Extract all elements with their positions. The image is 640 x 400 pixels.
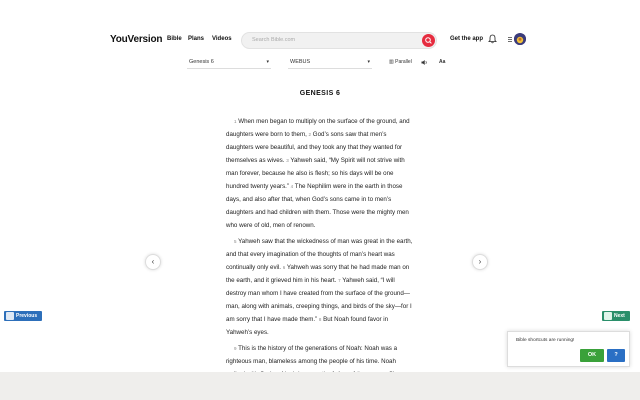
version-value: WEBUS [290, 59, 311, 65]
toast-message: Bible shortcuts are running! [516, 338, 575, 343]
verse-number[interactable]: 7 [338, 278, 341, 283]
chapter-title: GENESIS 6 [299, 90, 341, 97]
ok-button[interactable]: OK [580, 349, 604, 362]
next-chapter-arrow[interactable]: › [472, 254, 488, 270]
parallel-label: Parallel [395, 59, 412, 65]
paragraph: 9 This is the history of the generations… [226, 342, 414, 372]
parallel-button[interactable]: ▥ Parallel [389, 59, 412, 65]
extension-icon [6, 312, 14, 320]
verse-number[interactable]: 4 [291, 184, 294, 189]
verse-number[interactable]: 9 [234, 346, 237, 351]
menu-icon[interactable] [508, 37, 512, 42]
verse-number[interactable]: 8 [319, 317, 322, 322]
verse-number[interactable]: 3 [286, 158, 289, 163]
search-input[interactable] [252, 37, 412, 43]
verse-number[interactable]: 6 [283, 265, 286, 270]
extension-icon [604, 312, 612, 320]
nav-bible[interactable]: Bible [167, 36, 182, 42]
chevron-right-icon: › [478, 257, 482, 266]
user-avatar[interactable] [514, 33, 526, 45]
shortcuts-toast: Bible shortcuts are running! OK ? [507, 331, 630, 367]
chapter-text: 1 When men began to multiply on the surf… [226, 115, 414, 372]
nav-videos[interactable]: Videos [212, 36, 232, 42]
paragraph: 1 When men began to multiply on the surf… [226, 115, 414, 232]
bottom-strip [0, 372, 640, 400]
verse-number[interactable]: 2 [309, 132, 312, 137]
search-button[interactable] [422, 34, 435, 47]
search-icon [425, 37, 432, 44]
book-chapter-value: Genesis 6 [189, 59, 214, 65]
bible-page: YouVersion Bible Plans Videos Get the ap… [0, 0, 640, 372]
search-box [241, 32, 437, 49]
verse-text[interactable]: This is the history of the generations o… [226, 345, 397, 372]
audio-button[interactable] [421, 59, 428, 68]
get-app-link[interactable]: Get the app [450, 36, 483, 42]
paragraph: 5 Yahweh saw that the wickedness of man … [226, 235, 414, 339]
avatar-image [514, 34, 526, 45]
book-chapter-select[interactable]: Genesis 6 ▾ [187, 56, 271, 69]
parallel-icon: ▥ [389, 59, 394, 65]
nav-plans[interactable]: Plans [188, 36, 204, 42]
previous-button[interactable]: Previous [4, 311, 42, 321]
chevron-down-icon: ▾ [266, 59, 269, 65]
youversion-logo[interactable]: YouVersion [110, 34, 162, 45]
version-select[interactable]: WEBUS ▾ [288, 56, 372, 69]
reader-toolbar: Genesis 6 ▾ WEBUS ▾ ▥ Parallel Aa [0, 56, 640, 70]
verse-number[interactable]: 5 [234, 239, 237, 244]
previous-label: Previous [16, 313, 38, 319]
verse-number[interactable]: 1 [234, 119, 237, 124]
next-label: Next [614, 313, 625, 319]
speaker-icon [421, 60, 427, 65]
previous-chapter-arrow[interactable]: ‹ [145, 254, 161, 270]
next-button[interactable]: Next [602, 311, 630, 321]
chevron-left-icon: ‹ [151, 257, 155, 266]
header: YouVersion Bible Plans Videos Get the ap… [0, 26, 640, 56]
help-button[interactable]: ? [607, 349, 625, 362]
chevron-down-icon: ▾ [367, 59, 370, 65]
bell-icon[interactable] [488, 34, 497, 44]
font-settings-button[interactable]: Aa [439, 59, 445, 65]
